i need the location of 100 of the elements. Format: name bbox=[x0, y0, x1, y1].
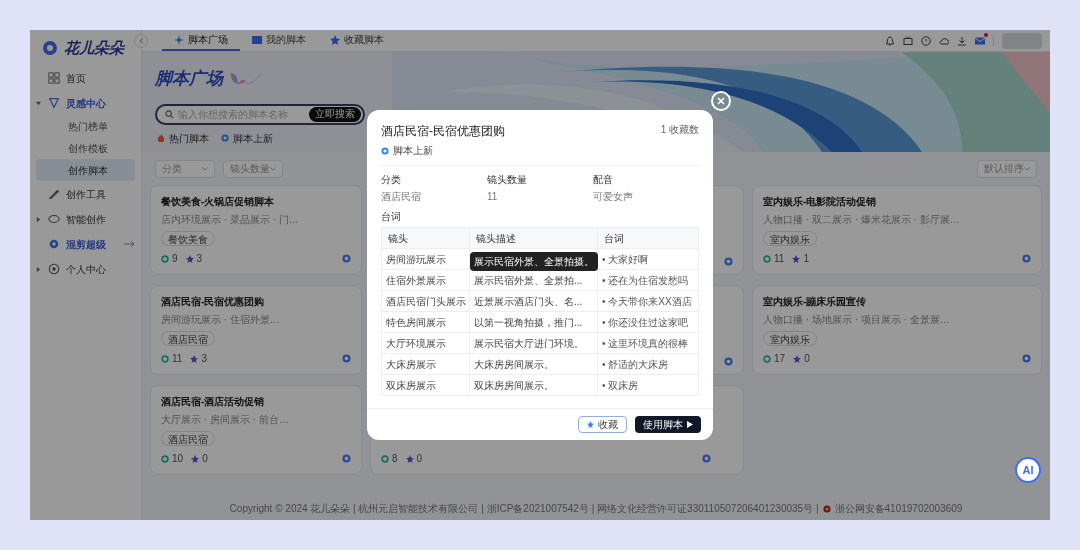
sidebar-item[interactable]: 灵感中心 bbox=[66, 95, 106, 111]
use-button[interactable] bbox=[1022, 354, 1031, 363]
toolbar-button[interactable] bbox=[903, 35, 913, 46]
tab[interactable]: 收藏脚本 bbox=[318, 30, 396, 51]
toolbar-button[interactable] bbox=[939, 35, 949, 46]
close-icon bbox=[717, 97, 725, 105]
sidebar-item[interactable]: 个人中心 bbox=[66, 261, 106, 277]
filter-link[interactable]: 脚本上新 bbox=[221, 130, 273, 146]
cloud-icon bbox=[939, 35, 949, 46]
sidebar-item[interactable]: 创作工具 bbox=[66, 186, 106, 202]
table-cell: • 双床房 bbox=[597, 374, 699, 396]
badge-icon bbox=[1022, 254, 1031, 263]
help-icon bbox=[921, 35, 931, 46]
ring-icon bbox=[161, 454, 169, 463]
star-icon bbox=[587, 421, 594, 428]
card-title: 餐饮美食-火锅店促销脚本 bbox=[161, 195, 276, 209]
star-count: 0 bbox=[202, 452, 208, 466]
star-icon bbox=[792, 254, 801, 263]
view-count: 10 bbox=[172, 452, 184, 466]
sidebar-subitem[interactable]: 创作脚本 bbox=[36, 159, 135, 181]
emblem-icon bbox=[822, 504, 831, 513]
card-title: 室内娱乐-电影院活动促销 bbox=[763, 195, 878, 209]
star-count: 1 bbox=[803, 252, 809, 266]
assistant-button[interactable]: AI bbox=[1015, 457, 1041, 483]
dialog-title: 酒店民宿-民宿优惠团购 bbox=[381, 123, 505, 140]
field-value: 11 bbox=[487, 190, 499, 204]
use-button[interactable] bbox=[342, 454, 351, 463]
column-header: 台词 bbox=[597, 227, 699, 249]
chevron-icon bbox=[270, 166, 276, 171]
star-count: 0 bbox=[416, 452, 423, 466]
ring-icon bbox=[48, 213, 60, 225]
card-title: 酒店民宿-酒店活动促销 bbox=[161, 395, 266, 409]
use-script-button[interactable]: 使用脚本 bbox=[635, 416, 701, 433]
view-count: 11 bbox=[172, 352, 183, 366]
ring-icon bbox=[161, 254, 169, 263]
page-title: 脚本广场 bbox=[155, 68, 223, 90]
collapse-button[interactable] bbox=[134, 34, 148, 48]
script-tag: 脚本上新 bbox=[393, 143, 433, 158]
mail-icon bbox=[975, 35, 985, 46]
badge-icon bbox=[724, 357, 733, 366]
use-button[interactable] bbox=[724, 357, 733, 366]
field-label: 镜头数量 bbox=[487, 173, 528, 187]
favorite-button[interactable]: 收藏 bbox=[578, 416, 627, 433]
sidebar-subitem[interactable]: 创作模板 bbox=[36, 137, 135, 159]
badge-icon bbox=[342, 254, 351, 263]
toolbar-button[interactable] bbox=[921, 35, 931, 46]
star-count: 3 bbox=[201, 352, 207, 366]
table-cell: 双床房展示 bbox=[381, 374, 470, 396]
target-icon bbox=[48, 263, 60, 275]
chevron-icon bbox=[1024, 166, 1030, 171]
column-header: 镜头 bbox=[381, 227, 470, 249]
filter-link[interactable]: 热门脚本 bbox=[157, 130, 209, 146]
badge-icon bbox=[1022, 354, 1031, 363]
use-button[interactable] bbox=[342, 354, 351, 363]
section-label: 台词 bbox=[381, 210, 402, 224]
table-cell: • 舒适的大床房 bbox=[597, 353, 699, 375]
badge-icon bbox=[702, 454, 711, 463]
table-cell: 以第一视角拍摄，推门... bbox=[469, 311, 598, 333]
table-cell: 房间游玩展示 bbox=[381, 248, 470, 270]
badge-icon bbox=[342, 454, 351, 463]
use-button[interactable] bbox=[342, 254, 351, 263]
use-button[interactable] bbox=[1022, 254, 1031, 263]
sidebar-subitem[interactable]: 热门榜单 bbox=[36, 115, 135, 137]
sidebar-item[interactable]: 首页 bbox=[66, 70, 86, 86]
table-cell: 住宿外景展示 bbox=[381, 269, 470, 291]
use-button[interactable] bbox=[724, 257, 733, 266]
table-cell: 大床房展示 bbox=[381, 353, 470, 375]
use-button[interactable] bbox=[702, 454, 711, 463]
toolbar-button[interactable] bbox=[957, 35, 967, 46]
star-icon bbox=[185, 254, 194, 263]
view-count: 11 bbox=[774, 252, 785, 266]
flame-icon bbox=[157, 134, 165, 142]
search-button[interactable]: 立即搜索 bbox=[309, 106, 361, 122]
grid-icon bbox=[48, 72, 60, 84]
tab[interactable]: 我的脚本 bbox=[240, 30, 318, 51]
ring-icon bbox=[161, 354, 169, 363]
view-count: 8 bbox=[392, 452, 398, 466]
star-count: 0 bbox=[804, 352, 810, 366]
sidebar-item[interactable]: 混剪超级 bbox=[66, 236, 106, 252]
chevron-icon bbox=[202, 166, 208, 171]
toolbar-button[interactable] bbox=[885, 35, 895, 46]
bulb-icon bbox=[48, 97, 60, 109]
table-cell: 酒店民宿门头展示 bbox=[381, 290, 470, 312]
close-button[interactable] bbox=[711, 91, 731, 111]
card-description: 房间游玩展示 · 住宿外景… bbox=[161, 313, 281, 327]
ring-icon bbox=[381, 454, 389, 463]
view-count: 9 bbox=[172, 252, 178, 266]
pen-icon bbox=[48, 188, 60, 200]
column-header: 镜头描述 bbox=[469, 227, 598, 249]
badge-icon bbox=[342, 354, 351, 363]
view-count: 17 bbox=[774, 352, 786, 366]
search-icon bbox=[165, 109, 174, 119]
ring-icon bbox=[763, 354, 771, 363]
table-cell: 展示民宿大厅进门环境。 bbox=[469, 332, 598, 354]
star-count: 3 bbox=[196, 252, 203, 266]
mail-button[interactable] bbox=[975, 35, 985, 46]
tv-icon bbox=[903, 35, 913, 46]
sidebar-item[interactable]: 智能创作 bbox=[66, 211, 106, 227]
badge-icon bbox=[381, 146, 389, 155]
table-cell: • 今天带你来XX酒店 bbox=[597, 290, 699, 312]
